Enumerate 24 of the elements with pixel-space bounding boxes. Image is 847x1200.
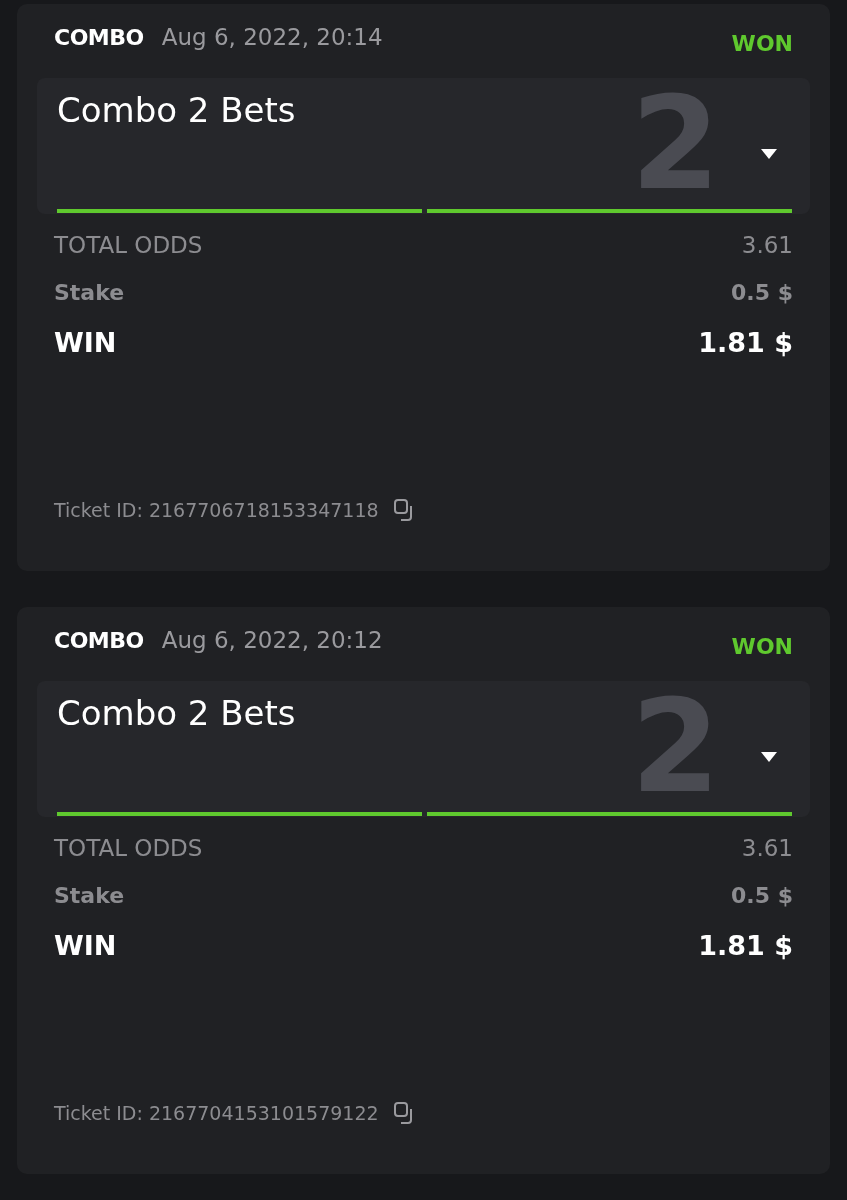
bet-date: Aug 6, 2022, 20:12 xyxy=(161,627,383,653)
bet-status: WON xyxy=(731,634,793,659)
total-odds-value: 3.61 xyxy=(741,835,793,861)
bet-type: COMBO xyxy=(54,628,144,653)
bet-title: Combo 2 Bets xyxy=(57,90,296,130)
bet-title: Combo 2 Bets xyxy=(57,693,296,733)
stake-value: 0.5 $ xyxy=(731,280,793,305)
ticket-id: Ticket ID: 2167706718153347118 xyxy=(54,499,379,521)
stake-label: Stake xyxy=(54,883,125,908)
win-value: 1.81 $ xyxy=(698,327,793,358)
caret-icon[interactable] xyxy=(760,148,778,160)
stake-value: 0.5 $ xyxy=(731,883,793,908)
stake-label: Stake xyxy=(54,280,125,305)
caret-icon[interactable] xyxy=(760,751,778,763)
win-label: WIN xyxy=(54,930,117,961)
bet-date: Aug 6, 2022, 20:14 xyxy=(161,24,383,50)
total-odds-label: TOTAL ODDS xyxy=(54,232,203,258)
total-odds-label: TOTAL ODDS xyxy=(54,835,203,861)
total-odds-value: 3.61 xyxy=(741,232,793,258)
bet-status: WON xyxy=(731,31,793,56)
ticket-id: Ticket ID: 2167704153101579122 xyxy=(54,1102,379,1124)
win-value: 1.81 $ xyxy=(698,930,793,961)
bet-type: COMBO xyxy=(54,25,144,50)
win-label: WIN xyxy=(54,327,117,358)
